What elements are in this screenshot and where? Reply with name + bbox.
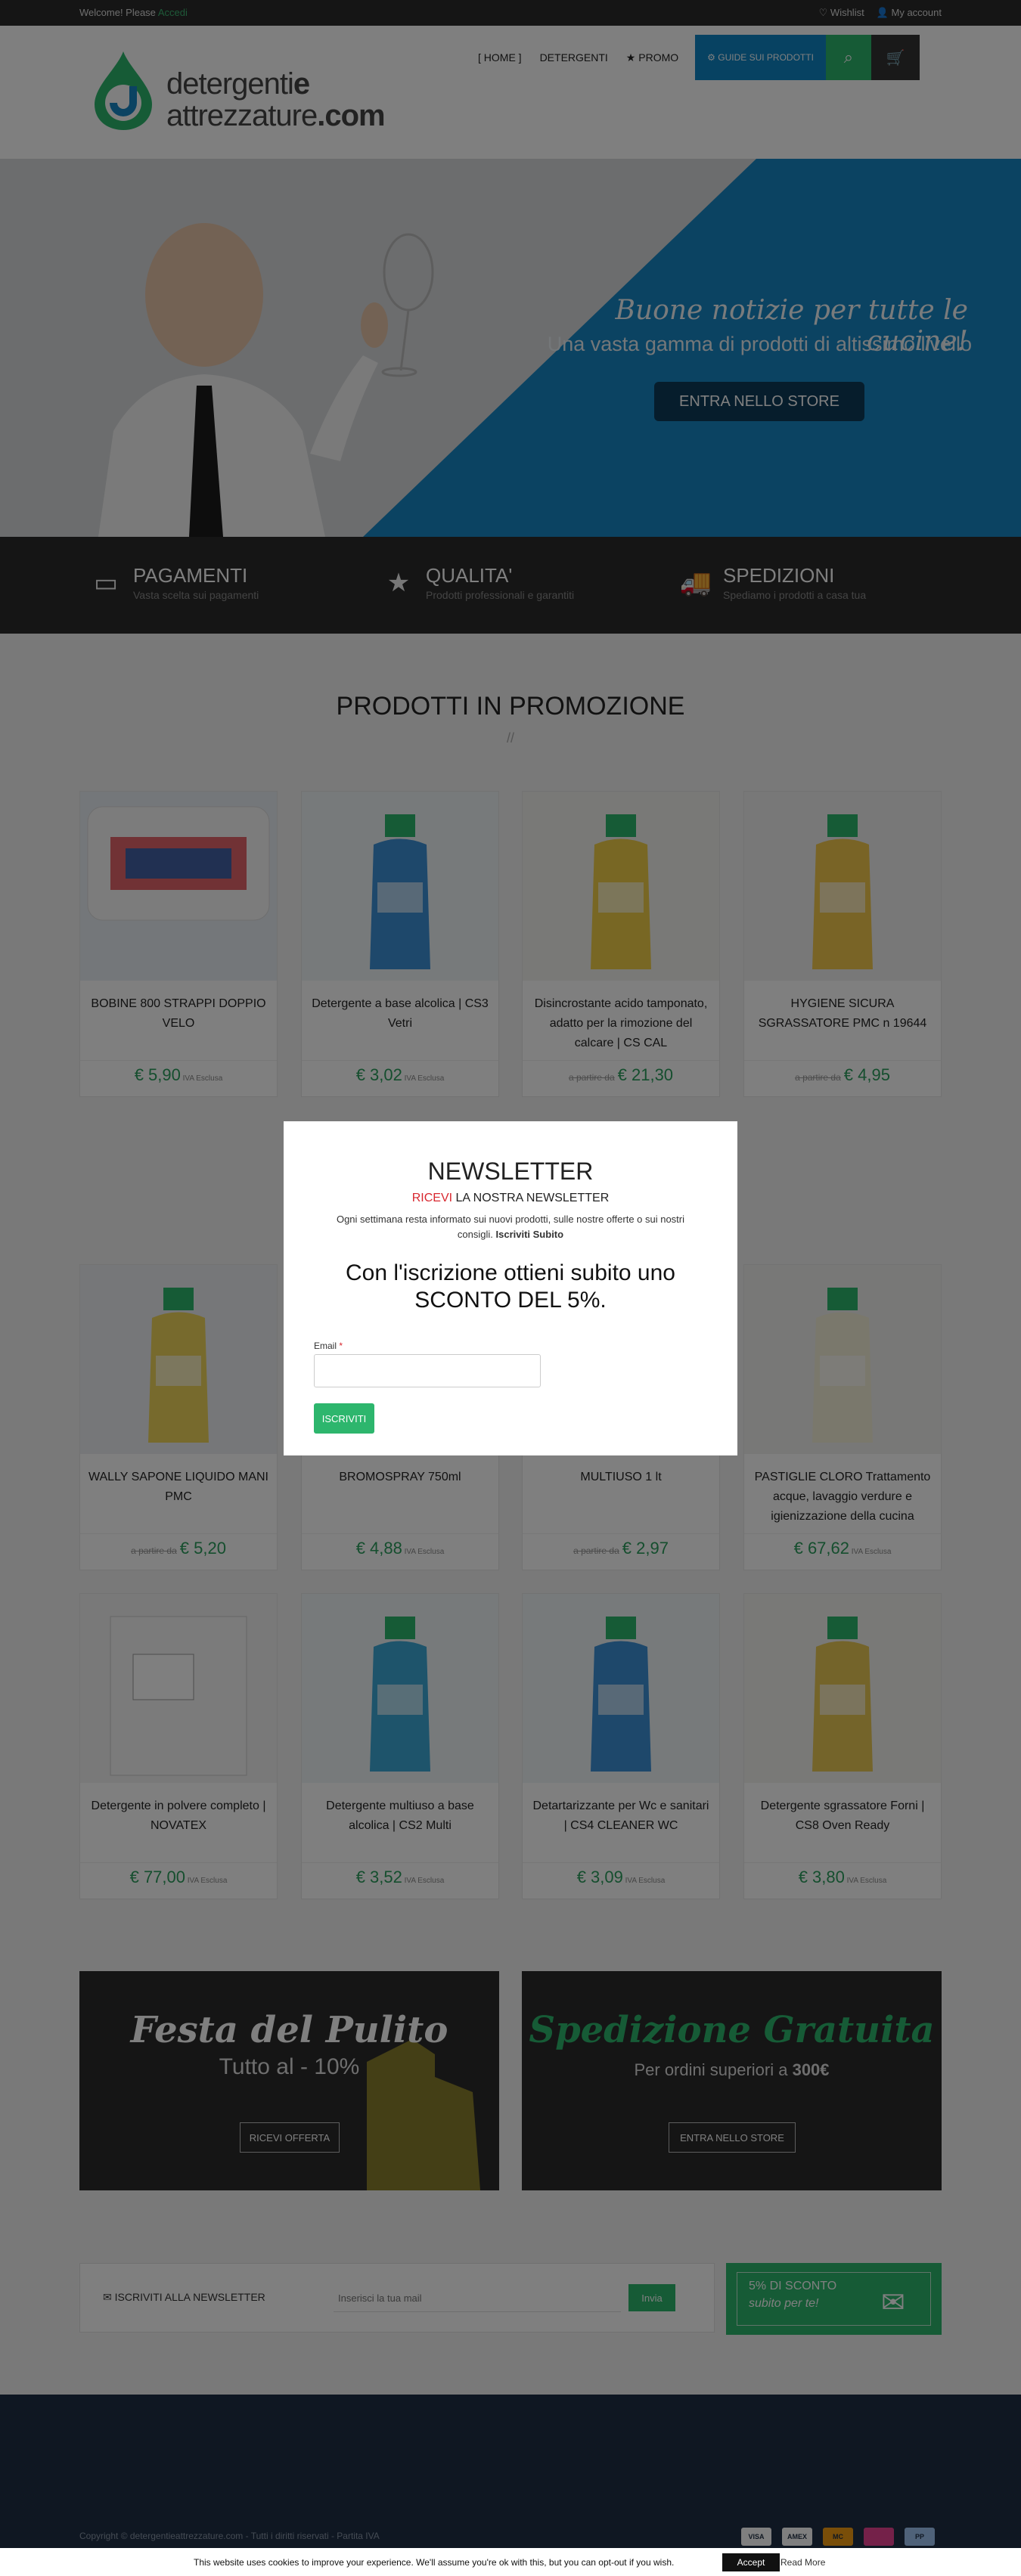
cookie-read-more-link[interactable]: Read More xyxy=(780,2557,825,2568)
modal-email-input[interactable] xyxy=(314,1354,541,1387)
modal-subtitle-highlight: RICEVI xyxy=(411,1192,453,1204)
newsletter-modal: NEWSLETTER RICEVI LA NOSTRA NEWSLETTER O… xyxy=(284,1121,737,1455)
modal-description-bold: Iscriviti Subito xyxy=(495,1229,564,1240)
modal-discount-text: Con l'iscrizione ottieni subito uno SCON… xyxy=(346,1260,675,1313)
email-label: Email * xyxy=(314,1341,343,1351)
subscribe-button[interactable]: ISCRIVITI xyxy=(314,1403,374,1434)
cookie-text: This website uses cookies to improve you… xyxy=(194,2557,675,2568)
required-marker: * xyxy=(339,1341,343,1351)
modal-title: NEWSLETTER xyxy=(427,1158,594,1185)
cookie-accept-button[interactable]: Accept xyxy=(722,2553,780,2571)
modal-subtitle-text: LA NOSTRA NEWSLETTER xyxy=(455,1192,610,1204)
email-label-text: Email xyxy=(314,1341,337,1351)
cookie-bar: This website uses cookies to improve you… xyxy=(0,2548,1021,2576)
modal-subtitle: RICEVI LA NOSTRA NEWSLETTER xyxy=(284,1192,737,1205)
modal-description: Ogni settimana resta informato sui nuovi… xyxy=(321,1212,700,1242)
